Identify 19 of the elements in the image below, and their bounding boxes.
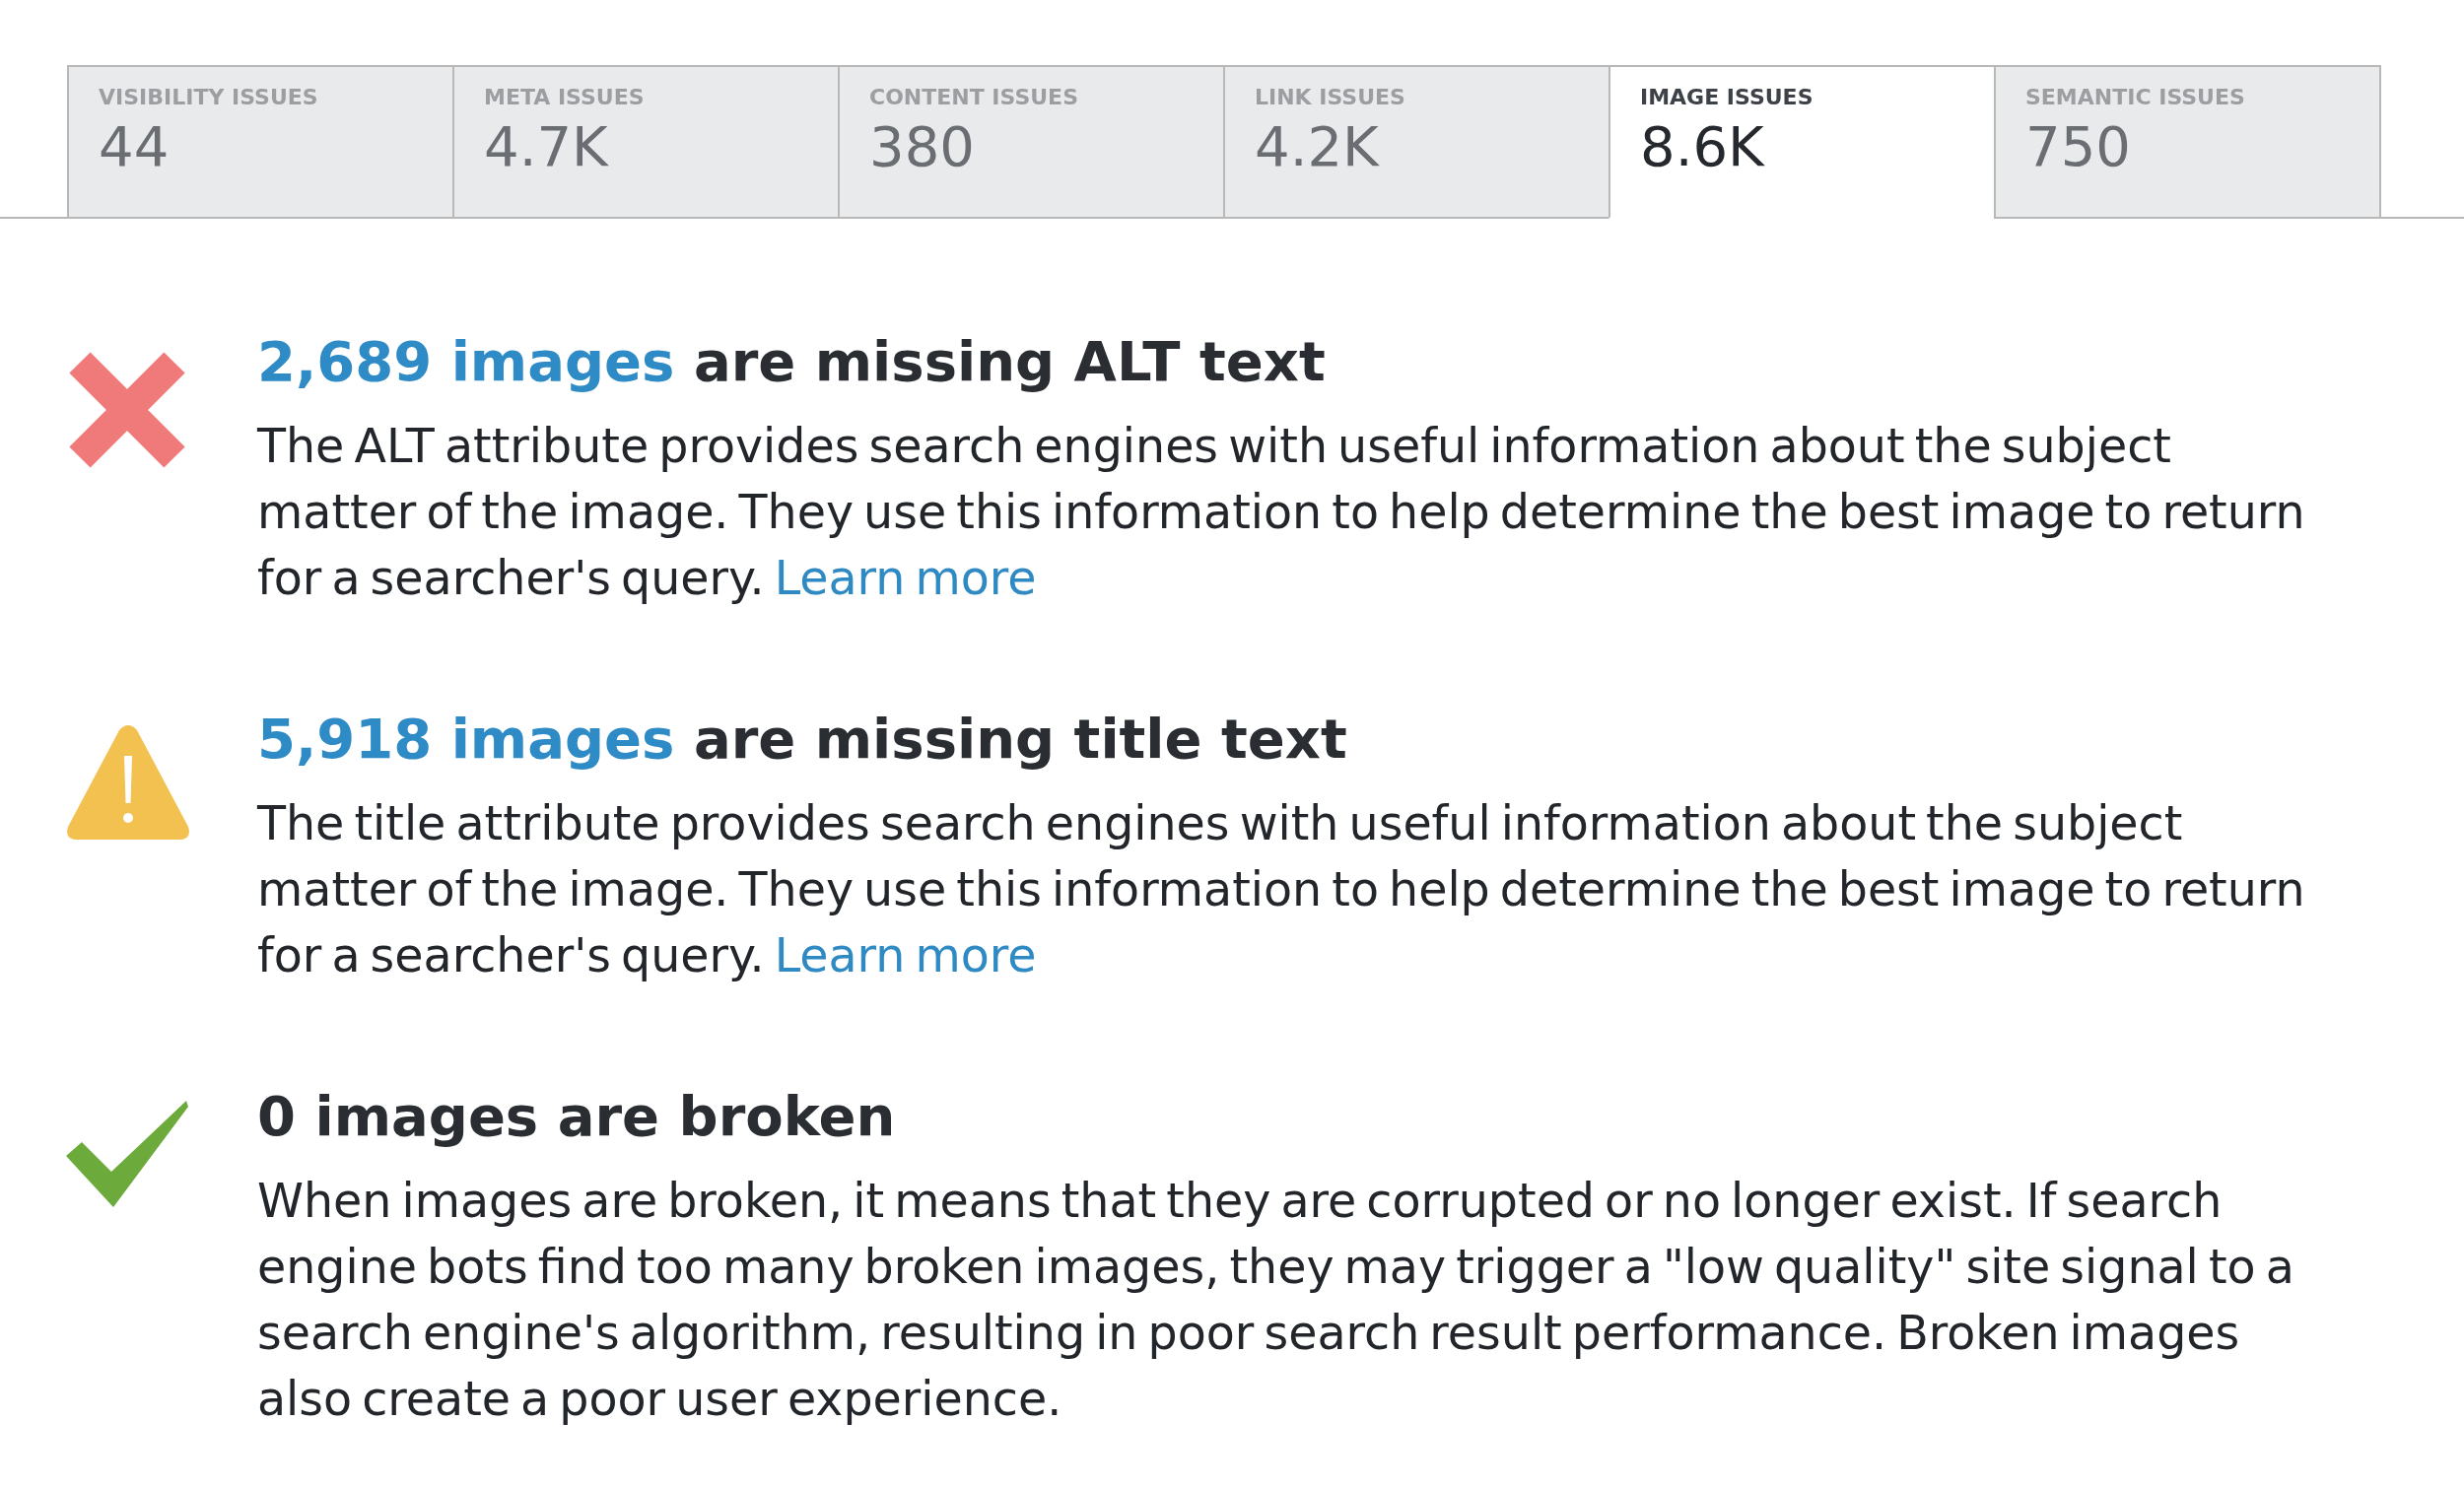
issue-title: 5,918 images are missing title text: [257, 706, 1348, 773]
checkmark-icon: [66, 1101, 188, 1207]
issue-tab[interactable]: VISIBILITY ISSUES 44: [67, 65, 454, 219]
issue-description: The title attribute provides search engines with useful information about the subject matter of the image. They use this information to help determine the best image to return for a searcher's query. Learn more: [257, 795, 2306, 984]
issue-tab[interactable]: META ISSUES 4.7K: [452, 65, 840, 219]
learn-more-link[interactable]: Learn more: [774, 551, 1037, 605]
x-icon: [66, 351, 188, 469]
issue-tab[interactable]: LINK ISSUES 4.2K: [1223, 65, 1610, 219]
issue-tab[interactable]: CONTENT ISSUES 380: [838, 65, 1225, 219]
images-count-link[interactable]: 5,918 images: [257, 707, 675, 771]
issue-tab[interactable]: SEMANTIC ISSUES 750: [1994, 65, 2381, 219]
issue-description: When images are broken, it means that they are corrupted or no longer exist. If search engine bots find too many broken images, they may trigger a "low quality" site signal to a search engine's algorithm, resulting in poor search result performance. Broken images also create a poor user experience.: [257, 1173, 2295, 1428]
warning-icon: [66, 724, 190, 840]
issue-description: The ALT attribute provides search engines with useful information about the subject matter of the image. They use this information to help determine the best image to return for a searcher's query. Learn more: [257, 418, 2306, 607]
learn-more-link[interactable]: Learn more: [774, 928, 1037, 982]
issue-title: 0 images are broken: [257, 1083, 897, 1150]
images-count-link[interactable]: 2,689 images: [257, 329, 675, 393]
issue-title: 2,689 images are missing ALT text: [257, 328, 1327, 395]
issue-tab[interactable]: IMAGE ISSUES 8.6K: [1608, 65, 1996, 219]
